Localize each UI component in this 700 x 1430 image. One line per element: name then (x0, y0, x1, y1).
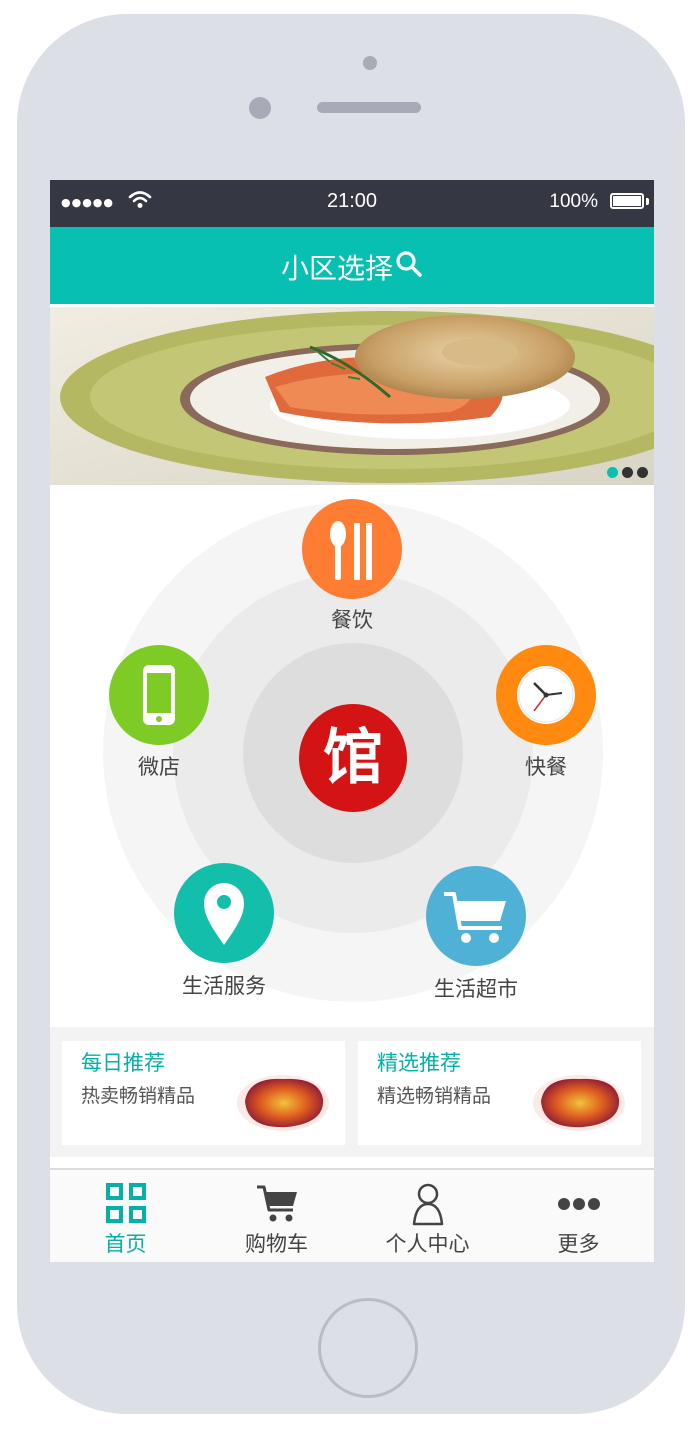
tab-cart[interactable]: 购物车 (201, 1170, 352, 1262)
category-hub: 馆 餐饮 快餐 生活超市 生活服务 微店 (50, 485, 654, 1025)
recommendation-section: 每日推荐 热卖畅销精品 精选推荐 精选畅销精品 (50, 1027, 654, 1157)
tab-label: 个人中心 (385, 1232, 470, 1256)
carousel-dot-1[interactable] (607, 467, 618, 478)
phone-icon (109, 645, 209, 745)
community-select[interactable]: 小区选择 (50, 247, 654, 287)
banner-carousel[interactable] (50, 307, 654, 485)
battery-percent: 100% (549, 191, 598, 212)
bottom-tab-bar: 首页 购物车 个人中心 更多 (50, 1168, 654, 1262)
featured-recommend-card[interactable]: 精选推荐 精选畅销精品 (358, 1041, 641, 1145)
card-thumbnail (533, 1075, 625, 1131)
card-subtitle: 热卖畅销精品 (81, 1085, 196, 1107)
home-button[interactable] (318, 1298, 418, 1398)
card-title: 每日推荐 (81, 1051, 165, 1075)
tab-home[interactable]: 首页 (50, 1170, 201, 1262)
utensils-icon (302, 499, 402, 599)
carousel-dot-3[interactable] (637, 467, 648, 478)
earpiece-speaker (317, 102, 421, 113)
category-fastfood-button[interactable] (496, 645, 596, 745)
sensor (249, 97, 271, 119)
front-camera (363, 56, 377, 70)
category-dining-button[interactable] (302, 499, 402, 599)
category-services-button[interactable] (174, 863, 274, 963)
grid-icon (105, 1183, 146, 1223)
search-icon[interactable] (395, 250, 423, 285)
cart-icon (256, 1185, 297, 1222)
header-bar: 小区选择 (50, 227, 654, 304)
carousel-dot-2[interactable] (622, 467, 633, 478)
category-microstore-button[interactable] (109, 645, 209, 745)
category-microstore-label: 微店 (138, 755, 180, 779)
category-fastfood-label: 快餐 (525, 755, 567, 779)
banner-image (50, 307, 654, 485)
card-thumbnail (237, 1075, 329, 1131)
center-logo[interactable]: 馆 (299, 704, 407, 812)
category-supermarket-label: 生活超市 (434, 977, 518, 1001)
tab-label: 购物车 (245, 1232, 308, 1256)
user-icon (412, 1183, 443, 1226)
location-pin-icon (174, 863, 274, 963)
tab-more[interactable]: 更多 (503, 1170, 654, 1262)
cart-icon (426, 866, 526, 966)
app-screen: ●●●●● 21:00 100% 小区选择 馆 餐饮 快餐 生活超市 生活服务 … (50, 180, 654, 1262)
status-bar: ●●●●● 21:00 100% (50, 180, 654, 227)
battery-icon (610, 193, 644, 209)
carousel-indicator (603, 463, 648, 482)
card-title: 精选推荐 (377, 1051, 461, 1075)
category-supermarket-button[interactable] (426, 866, 526, 966)
battery-tip (646, 198, 649, 205)
tab-label: 首页 (104, 1232, 147, 1256)
card-subtitle: 精选畅销精品 (377, 1085, 492, 1107)
daily-recommend-card[interactable]: 每日推荐 热卖畅销精品 (62, 1041, 345, 1145)
header-title: 小区选择 (280, 252, 393, 285)
more-icon (557, 1198, 600, 1210)
clock-icon (496, 645, 596, 745)
tab-label: 更多 (557, 1232, 600, 1256)
tab-profile[interactable]: 个人中心 (352, 1170, 503, 1262)
category-dining-label: 餐饮 (331, 608, 373, 632)
category-services-label: 生活服务 (182, 974, 266, 998)
